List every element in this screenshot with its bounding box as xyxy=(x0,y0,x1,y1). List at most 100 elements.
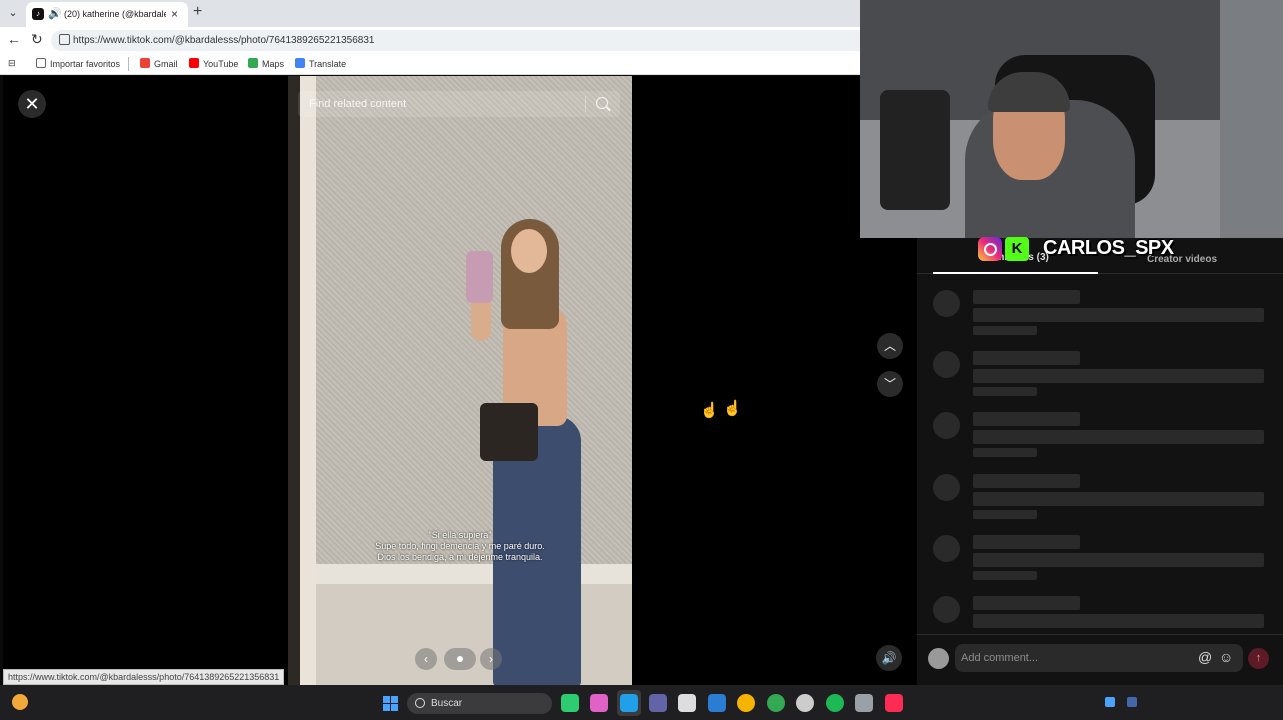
carousel-next-icon[interactable]: › xyxy=(480,648,502,670)
tiktok-favicon-icon: ♪ xyxy=(32,8,44,20)
streamer-name: CARLOS_SPX xyxy=(1043,237,1174,259)
skeleton-line xyxy=(973,326,1037,335)
carousel-indicator xyxy=(444,648,476,670)
tray-network-icon[interactable] xyxy=(1105,697,1115,707)
hand-cursor-icon: ☝ xyxy=(723,400,742,417)
bookmark-youtube[interactable]: YouTube xyxy=(189,58,238,69)
webcam-overlay xyxy=(860,0,1283,238)
carousel-prev-icon[interactable]: ‹ xyxy=(415,648,437,670)
taskbar-search[interactable]: Buscar xyxy=(407,693,552,714)
skeleton-line xyxy=(973,308,1264,322)
mention-icon[interactable]: @ xyxy=(1198,649,1212,665)
calculator-icon[interactable] xyxy=(561,694,579,712)
bookmark-maps[interactable]: Maps xyxy=(248,58,284,69)
emoji-icon[interactable]: ☺ xyxy=(1219,649,1233,665)
tab-search-chevron-icon[interactable]: ⌄ xyxy=(4,5,22,22)
caption-line: "Si ella supiera" xyxy=(428,530,492,540)
mail-icon[interactable] xyxy=(708,694,726,712)
screen: ⌄ ♪ 🔊 (20) katherine (@kbardalesss) × + … xyxy=(0,0,1283,720)
settings-icon[interactable] xyxy=(855,694,873,712)
taskbar-search-label[interactable]: Buscar xyxy=(431,698,462,709)
bookmarks-apps-icon[interactable]: ⊟ xyxy=(8,58,16,69)
photo-face xyxy=(511,229,547,273)
related-search-placeholder[interactable]: Find related content xyxy=(309,98,406,110)
skeleton-line xyxy=(973,448,1037,457)
comment-skeleton xyxy=(917,596,1283,632)
skeleton-line xyxy=(973,492,1264,506)
reload-icon[interactable]: ↻ xyxy=(31,31,43,48)
browser-icon[interactable] xyxy=(796,694,814,712)
photo-phone xyxy=(466,251,493,303)
back-arrow-icon[interactable]: ← xyxy=(7,31,21,47)
photo-caption: "Si ella supiera" Supe todo, fingi demen… xyxy=(288,530,632,563)
copilot-icon[interactable] xyxy=(590,694,608,712)
close-icon[interactable]: ✕ xyxy=(18,90,46,118)
address-bar[interactable]: https://www.tiktok.com/@kbardalesss/phot… xyxy=(51,30,860,51)
windows-start-icon[interactable] xyxy=(383,696,398,711)
skeleton-avatar xyxy=(933,412,960,439)
search-icon[interactable] xyxy=(596,97,608,109)
browser-toolbar: ← ↻ https://www.tiktok.com/@kbardalesss/… xyxy=(0,27,860,53)
chevron-down-icon[interactable]: ﹀ xyxy=(877,371,903,397)
skeleton-line xyxy=(973,351,1080,365)
skeleton-avatar xyxy=(933,535,960,562)
audio-playing-icon[interactable]: 🔊 xyxy=(48,7,62,20)
chrome-icon[interactable] xyxy=(737,694,755,712)
avatar[interactable] xyxy=(928,648,949,669)
comment-skeleton xyxy=(917,351,1283,413)
search-icon xyxy=(415,698,425,708)
edge-icon[interactable] xyxy=(620,694,638,712)
files-icon[interactable] xyxy=(678,694,696,712)
site-info-icon[interactable] xyxy=(59,34,70,45)
hand-cursor-icon: ☝ xyxy=(700,402,719,419)
browser-tab[interactable]: ♪ 🔊 (20) katherine (@kbardalesss) × xyxy=(26,2,188,27)
tray-mic-icon[interactable] xyxy=(1127,697,1137,707)
skeleton-line xyxy=(973,430,1264,444)
spotify-icon[interactable] xyxy=(826,694,844,712)
webcam-garage-door xyxy=(1220,0,1283,238)
volume-icon[interactable]: 🔊 xyxy=(876,645,902,671)
chrome-alt-icon[interactable] xyxy=(767,694,785,712)
photo-door-frame xyxy=(288,76,316,685)
address-url[interactable]: https://www.tiktok.com/@kbardalesss/phot… xyxy=(73,35,374,46)
tiktok-icon[interactable] xyxy=(885,694,903,712)
send-arrow-icon[interactable]: ↑ xyxy=(1248,648,1269,669)
caption-line: Supe todo, fingi demencia y me paré duro… xyxy=(375,541,545,551)
skeleton-avatar xyxy=(933,351,960,378)
post-photo[interactable]: Find related content "Si ella supiera" S… xyxy=(288,76,632,685)
skeleton-line xyxy=(973,369,1264,383)
teams-icon[interactable] xyxy=(649,694,667,712)
comment-skeleton xyxy=(917,474,1283,536)
skeleton-line xyxy=(973,510,1037,519)
comment-placeholder[interactable]: Add comment... xyxy=(961,652,1038,664)
weather-moon-icon[interactable] xyxy=(12,694,28,710)
skeleton-line xyxy=(973,596,1080,610)
skeleton-avatar xyxy=(933,474,960,501)
maps-icon xyxy=(248,58,258,68)
skeleton-line xyxy=(973,474,1080,488)
tab-close-icon[interactable]: × xyxy=(171,7,178,21)
bookmark-importar-favoritos[interactable]: Importar favoritos xyxy=(36,58,120,69)
comment-skeleton xyxy=(917,290,1283,352)
bookmark-translate[interactable]: Translate xyxy=(295,58,346,69)
bookmarks-bar: ⊟ Importar favoritos Gmail YouTube Maps … xyxy=(0,53,860,75)
add-comment-bar: Add comment... @ ☺ ↑ xyxy=(917,634,1283,685)
comment-input[interactable]: Add comment... @ ☺ xyxy=(955,644,1243,672)
translate-icon xyxy=(295,58,305,68)
skeleton-avatar xyxy=(933,596,960,623)
chevron-up-icon[interactable]: ︿ xyxy=(877,333,903,359)
related-search-bar[interactable]: Find related content xyxy=(298,91,620,117)
tab-title: (20) katherine (@kbardalesss) xyxy=(64,9,166,19)
tiktok-photo-viewer: ✕ Find related content "Si ella supiera"… xyxy=(3,76,917,685)
skeleton-line xyxy=(973,571,1037,580)
skeleton-line xyxy=(973,535,1080,549)
photo-subject xyxy=(463,211,593,685)
active-tab-underline xyxy=(933,272,1098,274)
new-tab-button[interactable]: + xyxy=(193,3,202,21)
comments-panel: Comments (3) Creator videos xyxy=(917,238,1283,685)
bookmark-gmail[interactable]: Gmail xyxy=(140,58,178,69)
link-status-bubble: https://www.tiktok.com/@kbardalesss/phot… xyxy=(3,669,285,685)
photo-handbag xyxy=(480,403,538,461)
bookmark-separator xyxy=(128,57,129,71)
skeleton-line xyxy=(973,290,1080,304)
